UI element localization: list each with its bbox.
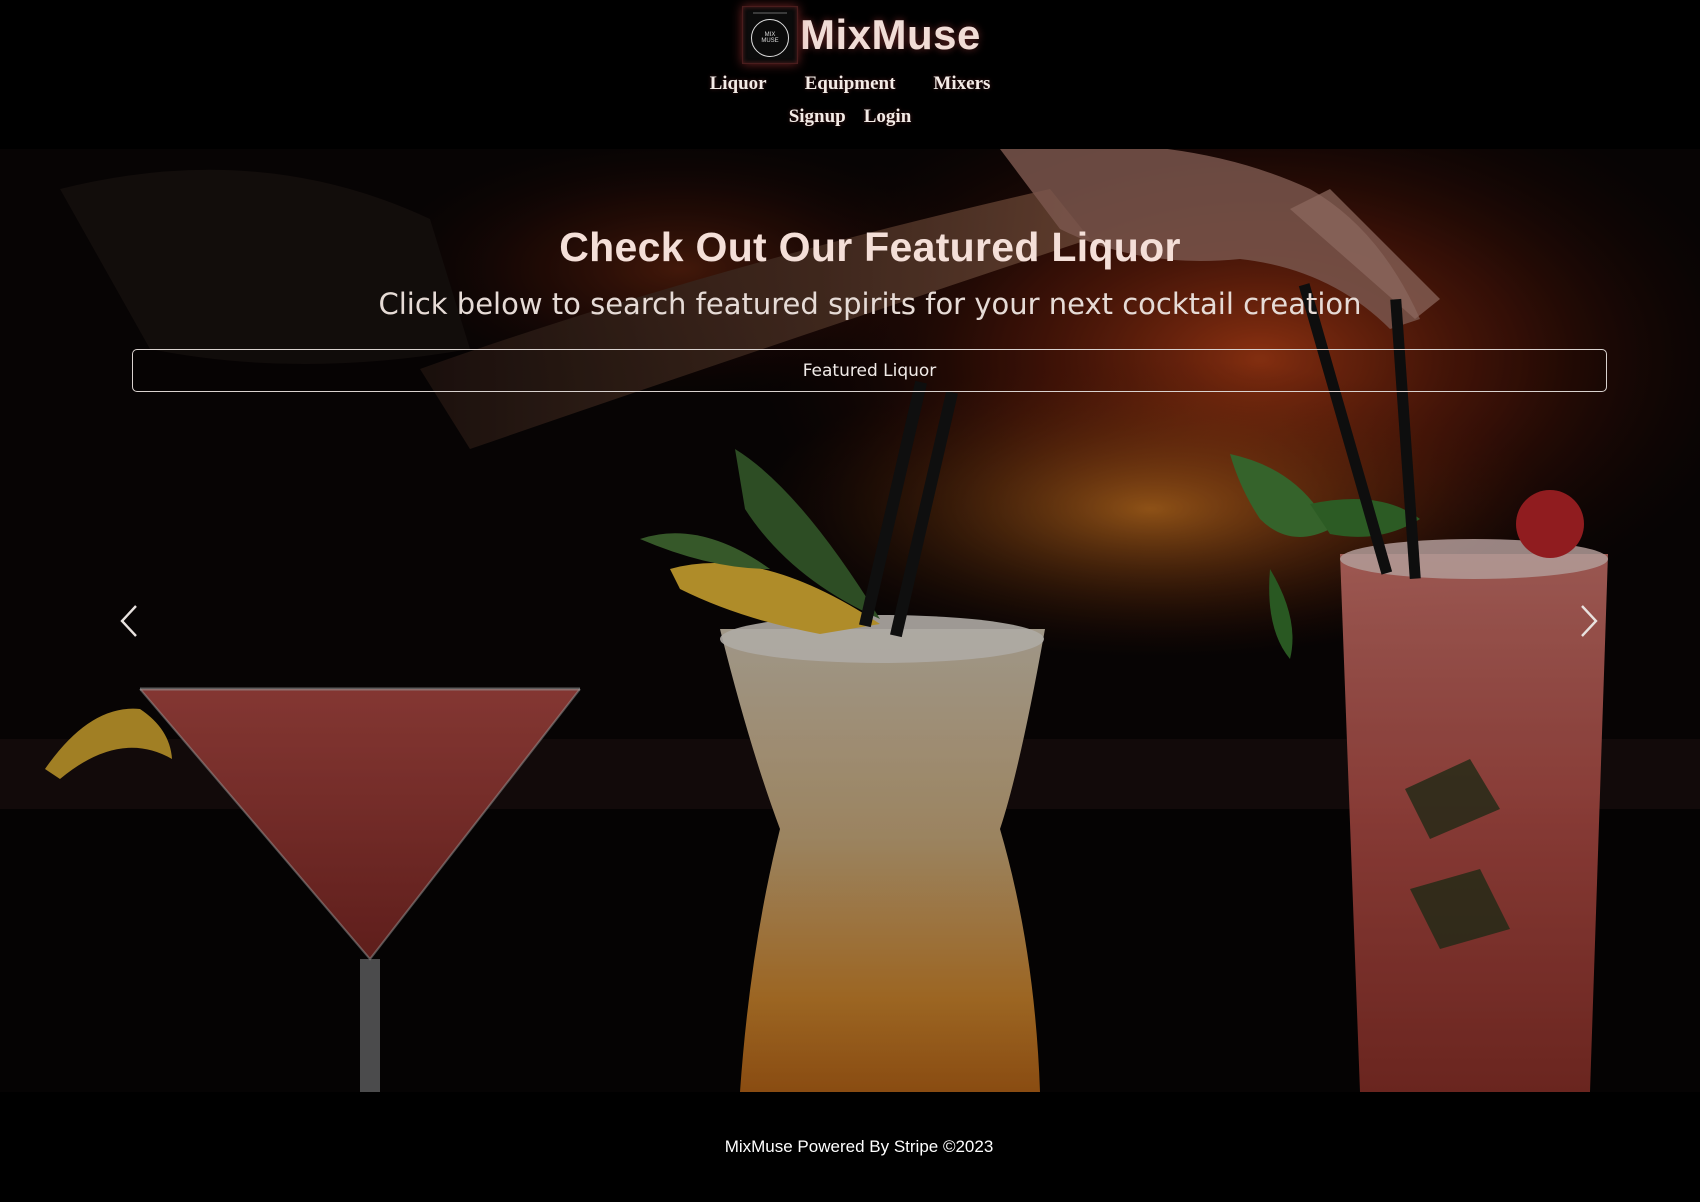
featured-liquor-button[interactable]: Featured Liquor xyxy=(132,349,1607,392)
chevron-left-icon xyxy=(120,605,137,637)
hero-title: Check Out Our Featured Liquor xyxy=(559,224,1181,270)
logo-bar xyxy=(753,12,787,14)
nav-link-mixers[interactable]: Mixers xyxy=(933,73,990,95)
brand[interactable]: MIX MUSE MixMuse xyxy=(742,6,981,64)
logo-text-bottom: MUSE xyxy=(761,38,779,44)
primary-nav: Liquor Equipment Mixers xyxy=(0,73,1700,95)
nav-link-liquor[interactable]: Liquor xyxy=(710,73,767,95)
nav-link-login[interactable]: Login xyxy=(864,106,912,128)
hero-subtitle: Click below to search featured spirits f… xyxy=(378,287,1362,321)
site-footer: MixMuse Powered By Stripe ©2023 xyxy=(0,1092,1700,1202)
logo-emblem: MIX MUSE xyxy=(751,19,789,57)
footer-copyright: MixMuse Powered By Stripe ©2023 xyxy=(724,1137,994,1156)
carousel-next-button[interactable] xyxy=(1571,601,1607,641)
logo[interactable]: MIX MUSE xyxy=(742,6,798,64)
account-nav: Signup Login xyxy=(0,106,1700,128)
nav-link-signup[interactable]: Signup xyxy=(789,106,846,128)
carousel-prev-button[interactable] xyxy=(111,601,147,641)
nav-link-equipment[interactable]: Equipment xyxy=(805,73,896,95)
brand-name[interactable]: MixMuse xyxy=(800,11,981,59)
chevron-right-icon xyxy=(1581,605,1598,637)
site-header: MIX MUSE MixMuse Liquor Equipment Mixers… xyxy=(0,0,1700,149)
